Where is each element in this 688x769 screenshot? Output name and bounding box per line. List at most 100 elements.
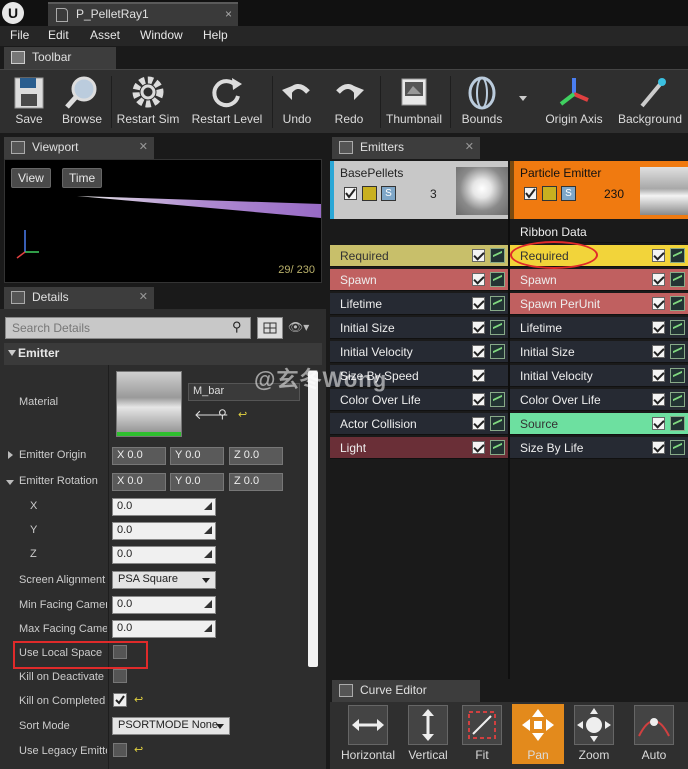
emitter-enable-checkbox[interactable] <box>344 187 357 200</box>
fit-button[interactable]: Fit <box>456 704 508 764</box>
reset-arrow-icon[interactable]: ↩ <box>134 693 143 706</box>
module-enable-checkbox[interactable] <box>472 345 485 358</box>
menu-window[interactable]: Window <box>140 28 183 42</box>
tab-details[interactable]: Details ✕ <box>4 287 154 309</box>
module-enable-checkbox[interactable] <box>652 369 665 382</box>
module-enable-checkbox[interactable] <box>472 417 485 430</box>
rotation-z-input[interactable]: 0.0 <box>112 546 216 564</box>
auto-button[interactable]: Auto <box>626 704 682 764</box>
horizontal-fit-button[interactable]: Horizontal <box>338 704 398 764</box>
save-button[interactable]: Save <box>4 72 54 132</box>
kill-on-deactivate-checkbox[interactable] <box>113 669 127 683</box>
curve-graph-icon[interactable] <box>670 272 685 287</box>
curve-graph-icon[interactable] <box>670 248 685 263</box>
module-row-initial-velocity[interactable]: Initial Velocity <box>510 365 688 387</box>
curve-graph-icon[interactable] <box>670 392 685 407</box>
origin-z-field[interactable]: Z 0.0 <box>229 447 283 465</box>
rotation-y-field[interactable]: Y 0.0 <box>170 473 224 491</box>
module-enable-checkbox[interactable] <box>472 273 485 286</box>
module-enable-checkbox[interactable] <box>652 297 665 310</box>
module-enable-checkbox[interactable] <box>472 249 485 262</box>
module-enable-checkbox[interactable] <box>472 321 485 334</box>
module-row-size-by-life[interactable]: Size By Life <box>510 437 688 459</box>
origin-y-field[interactable]: Y 0.0 <box>170 447 224 465</box>
module-enable-checkbox[interactable] <box>472 393 485 406</box>
collapse-arrow-icon[interactable] <box>6 480 14 485</box>
rotation-x-input[interactable]: 0.0 <box>112 498 216 516</box>
kill-on-completed-checkbox[interactable] <box>113 693 127 707</box>
close-icon[interactable]: × <box>225 7 232 21</box>
details-scrollbar[interactable] <box>308 371 318 667</box>
curve-graph-icon[interactable] <box>670 320 685 335</box>
expand-arrow-icon[interactable] <box>8 451 13 459</box>
screen-alignment-combo[interactable]: PSA Square <box>112 571 216 589</box>
module-row-required[interactable]: Required <box>330 245 508 267</box>
curve-graph-icon[interactable] <box>670 344 685 359</box>
module-enable-checkbox[interactable] <box>652 345 665 358</box>
restart-sim-button[interactable]: Restart Sim <box>114 72 182 132</box>
module-enable-checkbox[interactable] <box>652 249 665 262</box>
menu-file[interactable]: File <box>10 28 29 42</box>
module-enable-checkbox[interactable] <box>652 321 665 334</box>
browse-search-icon[interactable]: ⚲ <box>218 407 227 421</box>
tab-viewport[interactable]: Viewport ✕ <box>4 137 154 159</box>
render-mode-icon[interactable] <box>542 186 557 201</box>
module-enable-checkbox[interactable] <box>652 441 665 454</box>
module-row-initial-size[interactable]: Initial Size <box>330 317 508 339</box>
use-legacy-checkbox[interactable] <box>113 743 127 757</box>
reset-arrow-icon[interactable]: ↩ <box>134 743 143 756</box>
module-enable-checkbox[interactable] <box>472 297 485 310</box>
module-row-lifetime[interactable]: Lifetime <box>510 317 688 339</box>
curve-graph-icon[interactable] <box>490 416 505 431</box>
render-mode-icon[interactable] <box>362 186 377 201</box>
rotation-z-field[interactable]: Z 0.0 <box>229 473 283 491</box>
curve-graph-icon[interactable] <box>490 248 505 263</box>
undo-button[interactable]: Undo <box>274 72 320 132</box>
close-icon[interactable]: ✕ <box>139 290 148 303</box>
reset-arrow-icon[interactable]: ↩ <box>238 408 247 421</box>
column-divider[interactable] <box>108 365 109 769</box>
restart-level-button[interactable]: Restart Level <box>188 72 266 132</box>
module-row-color-over-life[interactable]: Color Over Life <box>510 389 688 411</box>
menu-asset[interactable]: Asset <box>90 28 120 42</box>
module-row-actor-collision[interactable]: Actor Collision <box>330 413 508 435</box>
bounds-button[interactable]: Bounds <box>454 72 510 132</box>
rotation-x-field[interactable]: X 0.0 <box>112 473 166 491</box>
module-row-source[interactable]: Source <box>510 413 688 435</box>
module-row-spawn[interactable]: Spawn <box>510 269 688 291</box>
bounds-dropdown-icon[interactable] <box>519 96 527 101</box>
redo-button[interactable]: Redo <box>326 72 372 132</box>
material-thumbnail[interactable] <box>116 371 182 437</box>
tab-curve-editor[interactable]: Curve Editor <box>332 680 480 702</box>
close-icon[interactable]: ✕ <box>465 140 474 153</box>
max-facing-input[interactable]: 0.0 <box>112 620 216 638</box>
module-row-initial-velocity[interactable]: Initial Velocity <box>330 341 508 363</box>
module-row-ribbon-data[interactable]: Ribbon Data <box>510 221 688 243</box>
module-row-initial-size[interactable]: Initial Size <box>510 341 688 363</box>
curve-graph-icon[interactable] <box>670 440 685 455</box>
module-enable-checkbox[interactable] <box>472 369 485 382</box>
property-matrix-button[interactable] <box>257 317 283 339</box>
menu-help[interactable]: Help <box>203 28 228 42</box>
curve-graph-icon[interactable] <box>490 272 505 287</box>
rotation-y-input[interactable]: 0.0 <box>112 522 216 540</box>
module-enable-checkbox[interactable] <box>472 441 485 454</box>
curve-graph-icon[interactable] <box>670 296 685 311</box>
curve-graph-icon[interactable] <box>490 392 505 407</box>
origin-x-field[interactable]: X 0.0 <box>112 447 166 465</box>
asset-tab[interactable]: P_PelletRay1 × <box>48 2 238 26</box>
curve-graph-icon[interactable] <box>670 368 685 383</box>
origin-axis-button[interactable]: Origin Axis <box>542 72 606 132</box>
thumbnail-button[interactable]: Thumbnail <box>382 72 446 132</box>
zoom-button[interactable]: Zoom <box>568 704 620 764</box>
module-row-lifetime[interactable]: Lifetime <box>330 293 508 315</box>
background-button[interactable]: Background <box>614 72 688 132</box>
module-enable-checkbox[interactable] <box>652 393 665 406</box>
curve-graph-icon[interactable] <box>670 416 685 431</box>
pan-button[interactable]: Pan <box>512 704 564 764</box>
tab-emitters[interactable]: Emitters ✕ <box>332 137 480 159</box>
search-input[interactable]: Search Details <box>5 317 251 339</box>
vertical-fit-button[interactable]: Vertical <box>402 704 454 764</box>
curve-graph-icon[interactable] <box>490 296 505 311</box>
emitter-header-particle-emitter[interactable]: Particle Emitter S 230 <box>510 161 688 219</box>
